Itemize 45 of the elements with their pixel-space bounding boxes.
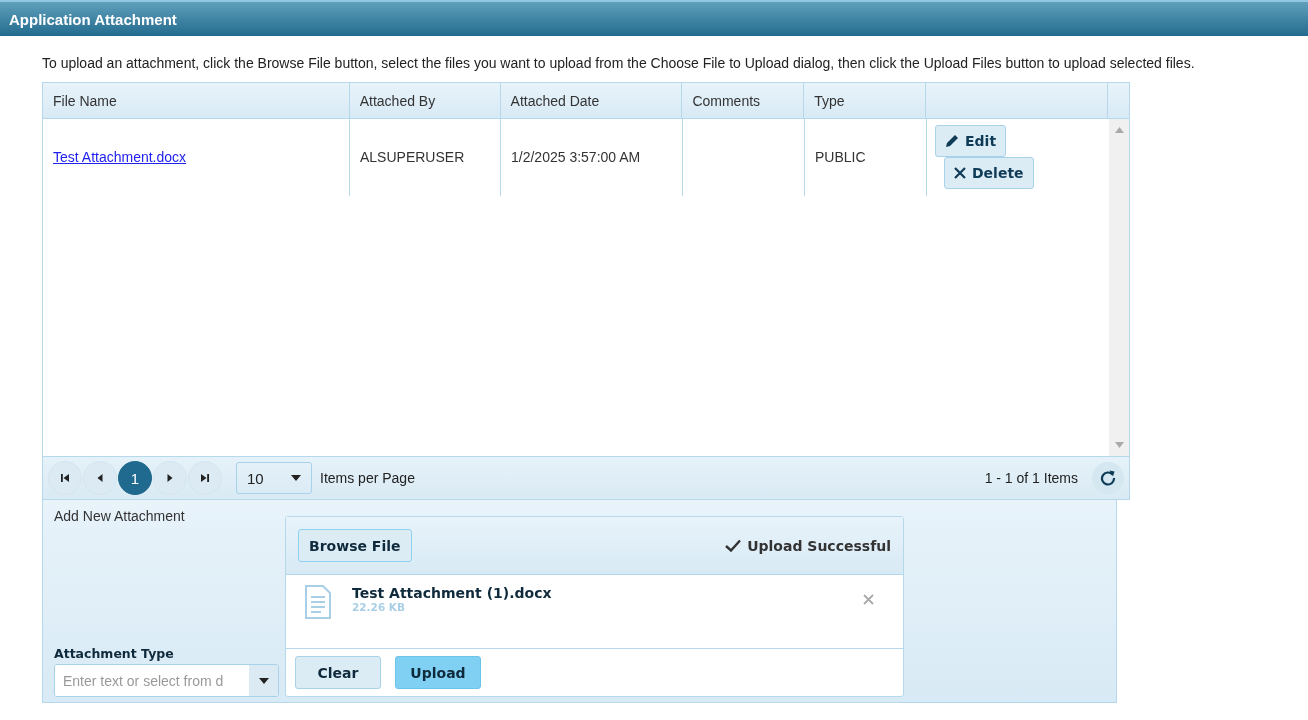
- last-page-button[interactable]: [188, 461, 222, 495]
- remove-file-button[interactable]: [862, 593, 875, 606]
- scroll-down-icon: [1114, 442, 1124, 448]
- caret-icon: [258, 677, 269, 684]
- next-page-icon: [165, 473, 175, 483]
- table-cell: ALSUPERUSER: [360, 149, 465, 165]
- scroll-up-icon: [1114, 127, 1124, 133]
- column-header[interactable]: Comments: [682, 83, 805, 118]
- column-header[interactable]: Type: [804, 83, 927, 118]
- close-icon: [954, 167, 966, 179]
- check-icon: [725, 539, 742, 552]
- page-size-dropdown[interactable]: 10: [236, 462, 312, 494]
- refresh-button[interactable]: [1092, 462, 1124, 494]
- instructions-text: To upload an attachment, click the Browse File button, select the files you want to upload from the Choose File to Upload dialog, then click the Upload Files button to upload selected files.: [42, 55, 1196, 73]
- attachment-type-combobox[interactable]: Enter text or select from d: [54, 664, 279, 697]
- section-title: Add New Attachment: [54, 508, 186, 524]
- file-name: Test Attachment (1).docx: [352, 585, 552, 601]
- column-header[interactable]: File Name: [43, 83, 350, 118]
- last-page-icon: [200, 473, 210, 483]
- pencil-icon: [945, 134, 959, 148]
- first-page-icon: [60, 473, 70, 483]
- browse-file-button[interactable]: Browse File: [298, 529, 412, 562]
- scrollbar[interactable]: [1109, 119, 1129, 456]
- refresh-icon: [1100, 470, 1116, 486]
- caret-icon: [291, 475, 301, 481]
- file-link[interactable]: Test Attachment.docx: [53, 149, 187, 165]
- close-icon: [863, 594, 874, 605]
- table-cell: 1/2/2025 3:57:00 AM: [511, 149, 641, 165]
- upload-action-button[interactable]: Upload: [395, 656, 481, 689]
- upload-action-button[interactable]: Clear: [295, 656, 381, 689]
- window-title: Application Attachment: [0, 0, 1308, 36]
- page-size-label: Items per Page: [320, 470, 415, 486]
- items-summary: 1 - 1 of 1 Items: [984, 470, 1078, 486]
- table-cell: PUBLIC: [815, 149, 866, 165]
- column-header[interactable]: Attached Date: [500, 83, 683, 118]
- upload-status: Upload Successful: [747, 537, 891, 554]
- field-label: Attachment Type: [54, 646, 175, 661]
- column-header[interactable]: Attached By: [349, 83, 501, 118]
- page-button[interactable]: 1: [118, 461, 152, 495]
- previous-page-icon: [95, 473, 105, 483]
- delete-button[interactable]: Delete: [944, 157, 1034, 189]
- document-icon: [304, 585, 332, 619]
- first-page-button[interactable]: [48, 461, 82, 495]
- edit-button[interactable]: Edit: [935, 125, 1007, 157]
- file-size: 22.26 KB: [352, 601, 406, 613]
